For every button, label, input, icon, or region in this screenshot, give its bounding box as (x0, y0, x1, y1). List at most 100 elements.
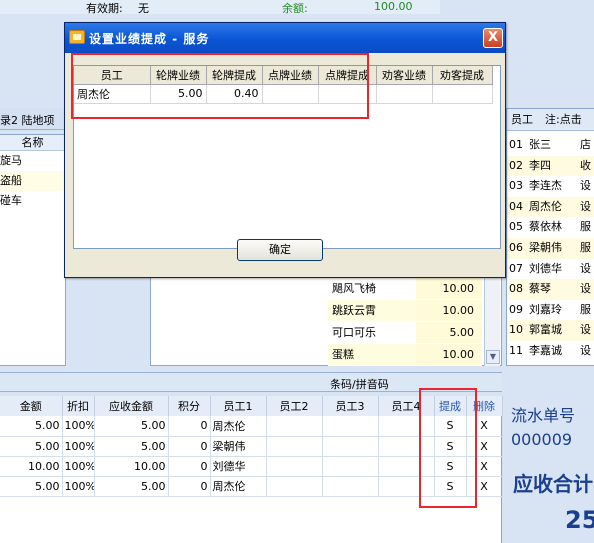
list-item[interactable]: 02 李四 收 (507, 155, 594, 177)
list-item[interactable]: 03 李连杰 设 (507, 176, 594, 197)
summary-panel: 流水单号 000009 应收合计 25 (503, 392, 594, 543)
employee-name: 周杰伦 (529, 199, 562, 213)
persuade-performance-cell[interactable] (376, 84, 433, 104)
employee2-cell[interactable] (266, 436, 323, 457)
column-header: 员工2 (266, 396, 323, 416)
balance-label: 余额: (282, 2, 308, 15)
employee-name: 梁朝伟 (529, 240, 562, 254)
list-item[interactable]: 跳跃云霄 10.00 (328, 300, 482, 322)
employee-code: 04 (509, 199, 523, 213)
left-list-header: 名称 (0, 135, 65, 151)
employee-panel: 员工 注:点击 01 张三店 02 李四收 03 李连杰设 04 周杰伦设 05 蔡依林服… (506, 108, 594, 366)
product-price: 5.00 (449, 326, 475, 339)
employee-code: 10 (509, 323, 523, 337)
dialog-titlebar[interactable]: 设置业绩提成 - 服务 X (65, 23, 505, 53)
list-item[interactable]: 08 蔡琴 设 (507, 279, 594, 300)
column-header: 员工3 (322, 396, 379, 416)
dialog-title: 设置业绩提成 - 服务 (89, 32, 210, 46)
employee3-cell[interactable] (322, 416, 379, 437)
employee-role: 设 (580, 323, 591, 337)
employee1-cell[interactable]: 刘德华 (210, 456, 267, 477)
employee1-cell[interactable]: 周杰伦 (210, 416, 267, 437)
employee3-cell[interactable] (322, 436, 379, 457)
employee-code: 09 (509, 302, 523, 316)
column-header: 劝客业绩 (376, 66, 433, 85)
amount-cell: 5.00 (0, 416, 63, 437)
employee-code: 03 (509, 179, 523, 193)
employee-code: 01 (509, 138, 523, 151)
points-cell: 0 (168, 456, 211, 477)
employee-name: 李四 (529, 158, 551, 172)
product-name: 蛋糕 (332, 348, 354, 361)
points-cell: 0 (168, 436, 211, 457)
column-header: 金额 (0, 396, 63, 416)
serial-value: 000009 (511, 430, 573, 449)
employee-role: 设 (580, 199, 591, 213)
close-button[interactable]: X (483, 28, 503, 48)
list-item[interactable]: 蛋糕 10.00 (328, 344, 482, 366)
employee3-cell[interactable] (322, 456, 379, 477)
employee-code: 06 (509, 240, 523, 254)
list-item[interactable]: 09 刘嘉玲 服 (507, 300, 594, 321)
product-price: 10.00 (442, 282, 475, 295)
employee-name: 李连杰 (529, 179, 562, 193)
list-item[interactable]: 05 蔡依林 服 (507, 217, 594, 238)
product-list: 飓风飞椅 10.00 跳跃云霄 10.00 可口可乐 5.00 蛋糕 10.00 (328, 278, 482, 366)
product-name: 可口可乐 (332, 326, 376, 339)
employee-role: 设 (580, 179, 591, 193)
list-item[interactable]: 01 张三 店 (507, 135, 594, 156)
discount-cell: 100% (62, 456, 95, 477)
close-icon: X (487, 30, 499, 45)
employee-name: 张三 (529, 138, 551, 151)
employee-name: 郭富城 (529, 323, 562, 337)
list-item[interactable]: 可口可乐 5.00 (328, 322, 482, 344)
receivable-label: 应收合计 (513, 472, 593, 496)
column-header: 积分 (168, 396, 211, 416)
list-item[interactable]: 04 周杰伦 设 (507, 196, 594, 218)
list-item[interactable]: 10 郭富城 设 (507, 320, 594, 341)
validity-label: 有效期: (86, 2, 123, 15)
employee-role: 设 (580, 282, 591, 296)
employee-code: 08 (509, 282, 523, 296)
amount-cell: 5.00 (0, 476, 63, 497)
column-header: 劝客提成 (432, 66, 493, 85)
grid-highlight-box (71, 53, 369, 119)
employee-name: 李嘉诚 (529, 343, 562, 357)
employee-code: 05 (509, 220, 523, 234)
list-item[interactable]: 碰车 (0, 191, 65, 211)
receivable-cell: 5.00 (94, 416, 169, 437)
receivable-value: 25 (565, 506, 594, 534)
employee3-cell[interactable] (322, 476, 379, 497)
employee-list: 01 张三店 02 李四收 03 李连杰设 04 周杰伦设 05 蔡依林服 06 梁朝伟服 … (507, 135, 594, 362)
employee-name: 蔡依林 (529, 220, 562, 234)
product-price: 10.00 (442, 348, 475, 361)
employee1-cell[interactable]: 梁朝伟 (210, 436, 267, 457)
list-item[interactable]: 盗船 (0, 171, 65, 191)
persuade-commission-cell[interactable] (432, 84, 493, 104)
app-icon (69, 30, 85, 44)
employee2-cell[interactable] (266, 416, 323, 437)
list-item[interactable]: 11 李嘉诚 设 (507, 341, 594, 362)
list-item[interactable]: 旋马 (0, 151, 65, 171)
employee-code: 07 (509, 261, 523, 275)
employee2-cell[interactable] (266, 456, 323, 477)
chevron-down-icon[interactable]: ▼ (486, 350, 500, 364)
list-item[interactable]: 06 梁朝伟 服 (507, 237, 594, 259)
list-item[interactable]: 07 刘德华 设 (507, 259, 594, 280)
left-tab-label[interactable]: 录2 陆地项 (0, 112, 55, 128)
employee1-cell[interactable]: 周杰伦 (210, 476, 267, 497)
employee-role: 服 (580, 240, 591, 254)
left-item-list: 名称 旋马 盗船 碰车 (0, 134, 66, 366)
left-tab-bar[interactable]: 录2 陆地项 (0, 108, 66, 130)
employee-role: 服 (580, 220, 591, 234)
validity-value: 无 (138, 2, 149, 15)
ok-button[interactable]: 确定 (237, 239, 323, 261)
commission-dialog: 设置业绩提成 - 服务 X 员工 轮牌业绩 轮牌提成 点牌业绩 点牌提成 劝客业… (64, 22, 506, 278)
list-item[interactable]: 飓风飞椅 10.00 (328, 278, 482, 300)
employee2-cell[interactable] (266, 476, 323, 497)
product-price: 10.00 (442, 304, 475, 317)
amount-cell: 5.00 (0, 436, 63, 457)
column-header: 折扣 (62, 396, 95, 416)
balance-value: 100.00 (374, 0, 413, 13)
employee-role: 收 (580, 158, 591, 172)
